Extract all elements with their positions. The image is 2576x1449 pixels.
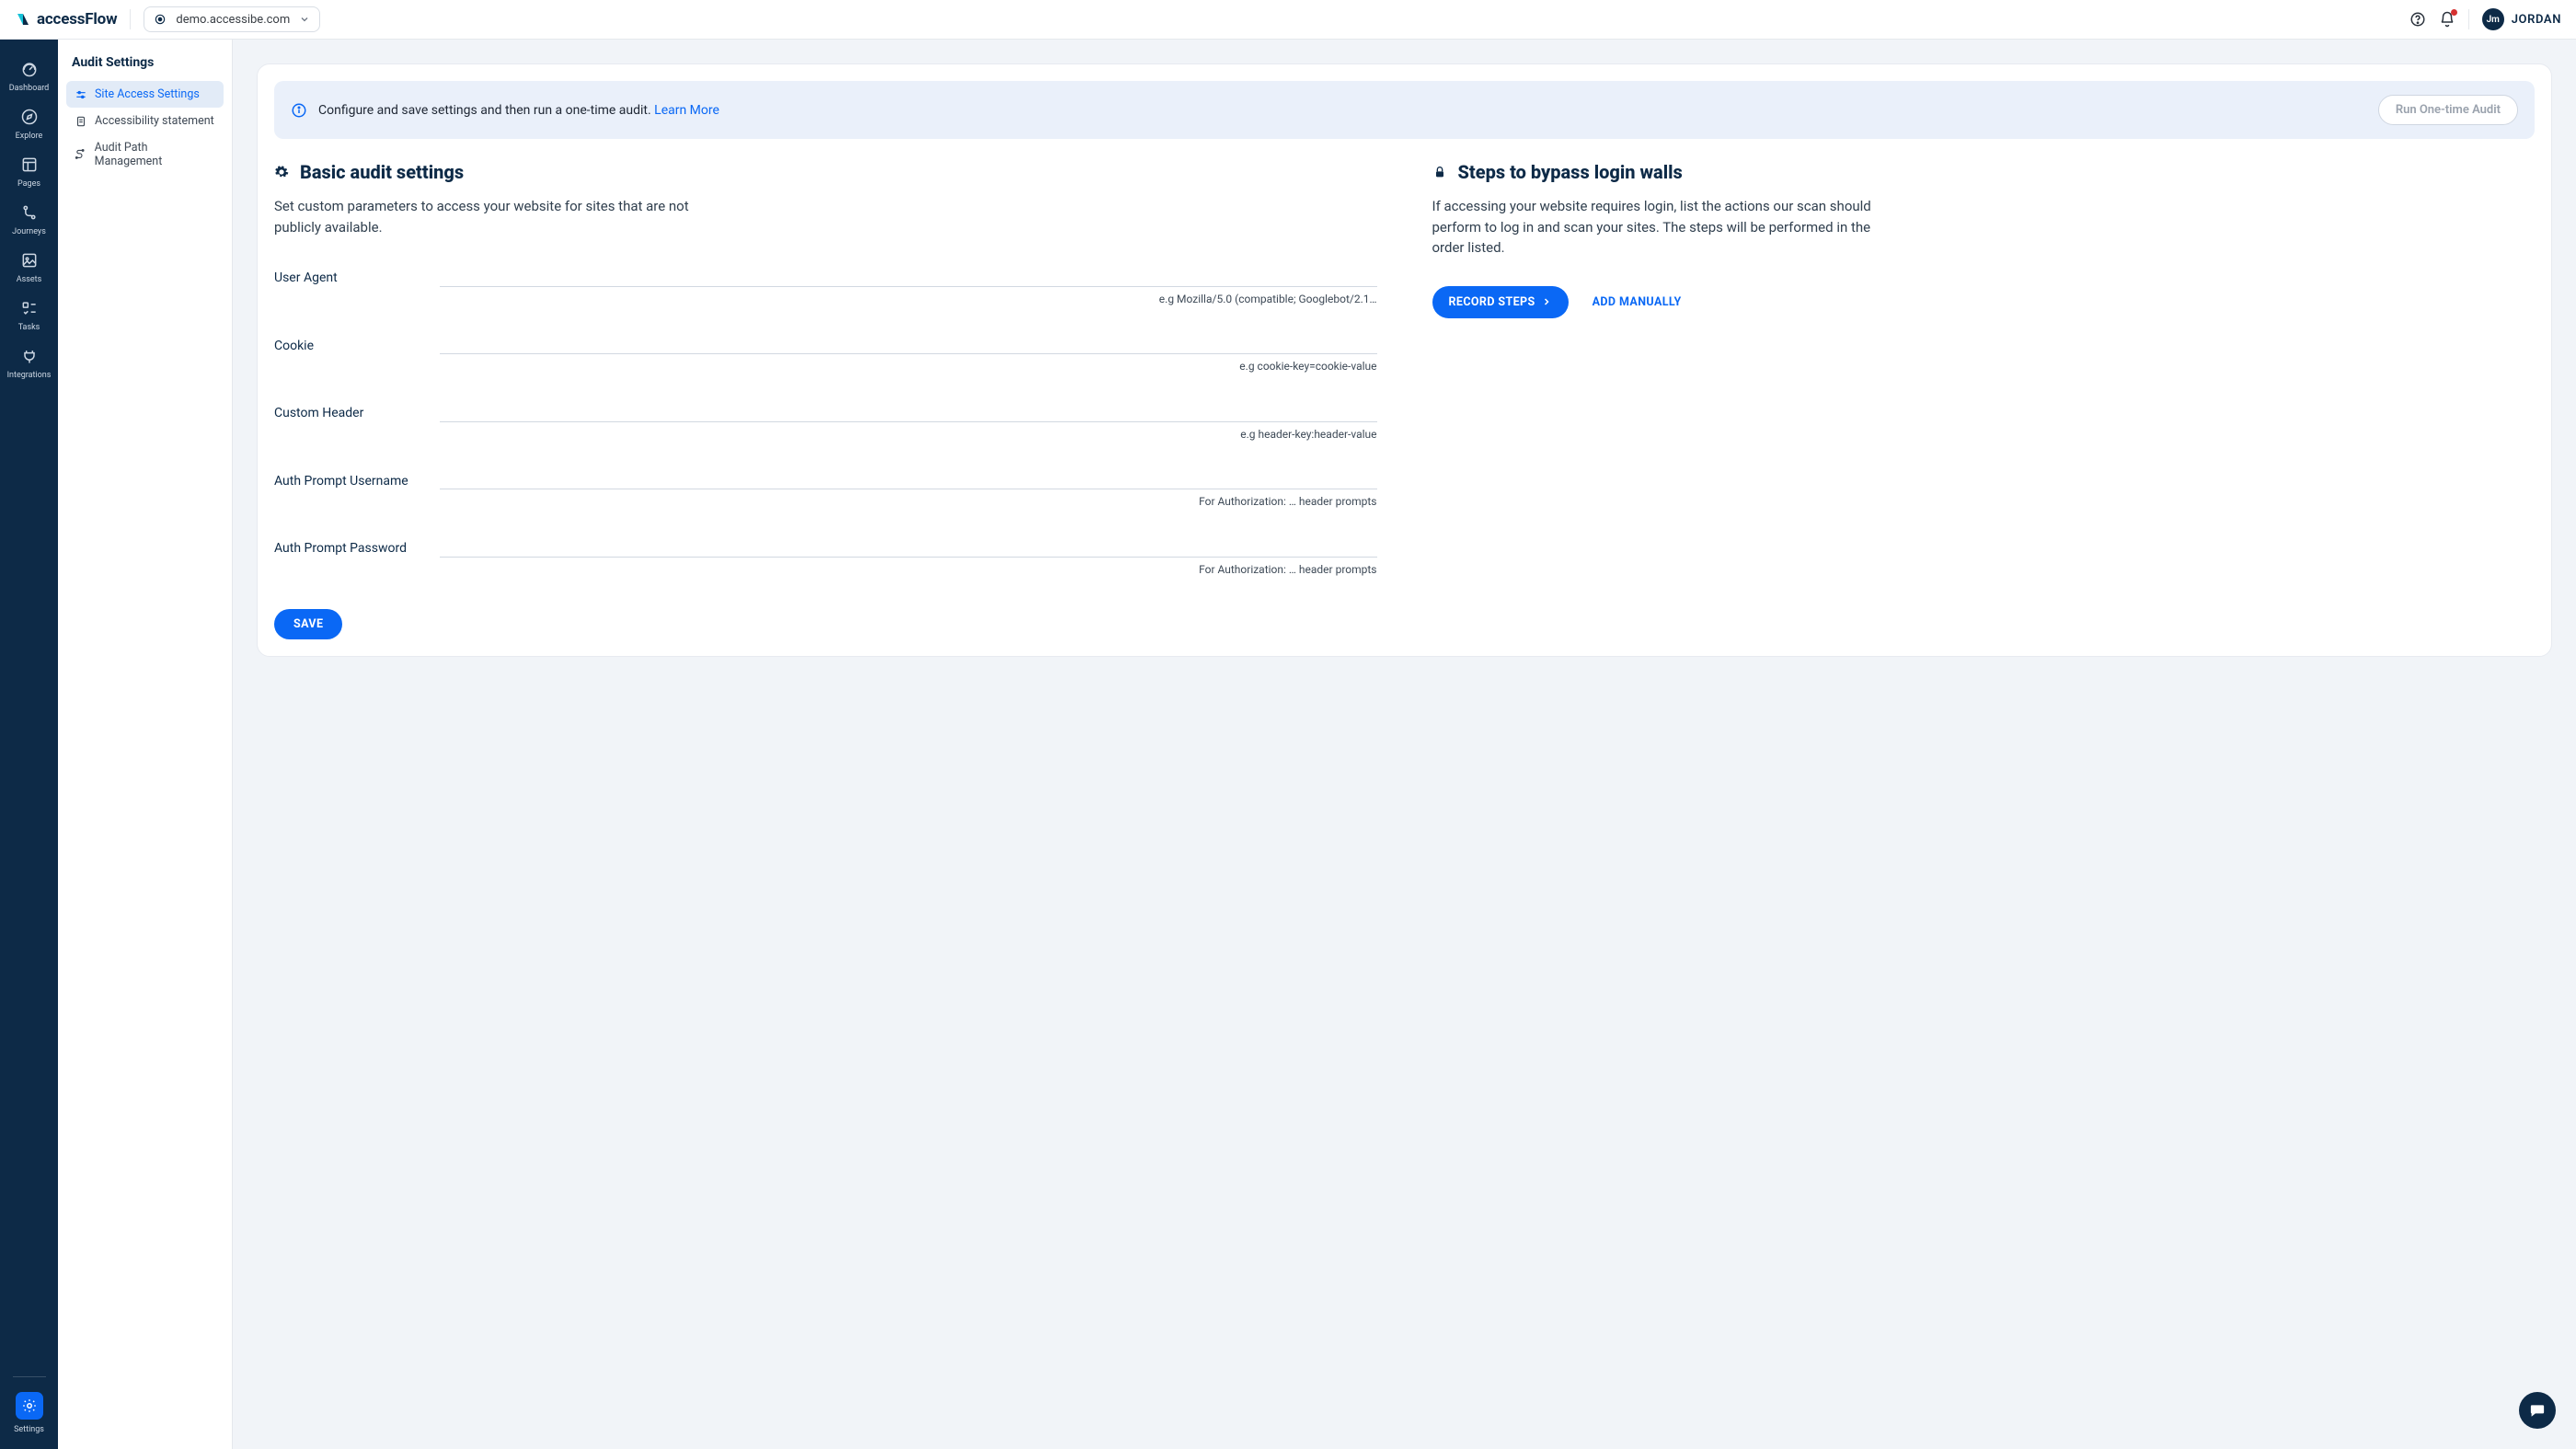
chat-fab[interactable] [2519, 1392, 2556, 1429]
custom-header-input[interactable] [440, 408, 1377, 422]
add-manually-button[interactable]: ADD MANUALLY [1593, 295, 1682, 309]
sidebar-item-audit-path[interactable]: Audit Path Management [66, 134, 224, 175]
rail-item-integrations[interactable]: Integrations [0, 339, 58, 387]
gear-icon [21, 1397, 38, 1414]
basic-settings-column: Basic audit settings Set custom paramete… [274, 161, 1377, 639]
sliders-icon [75, 88, 87, 101]
notification-dot [2451, 9, 2457, 16]
user-agent-input[interactable] [440, 272, 1377, 287]
divider [13, 1376, 46, 1377]
settings-card: Configure and save settings and then run… [257, 63, 2552, 657]
learn-more-link[interactable]: Learn More [654, 103, 719, 118]
banner-text: Configure and save settings and then run… [318, 103, 719, 118]
run-audit-button[interactable]: Run One-time Audit [2378, 95, 2518, 125]
save-button[interactable]: SAVE [274, 609, 342, 639]
logo-mark-icon [15, 11, 31, 28]
field-custom-header: Custom Header e.g header-key:header-valu… [274, 404, 1377, 441]
main-content: Configure and save settings and then run… [233, 40, 2576, 1449]
rail-item-assets[interactable]: Assets [0, 244, 58, 292]
basic-settings-desc: Set custom parameters to access your web… [274, 196, 697, 237]
divider [130, 9, 131, 29]
divider [2468, 9, 2469, 29]
rail-item-dashboard[interactable]: Dashboard [0, 52, 58, 100]
field-user-agent: User Agent e.g Mozilla/5.0 (compatible; … [274, 269, 1377, 305]
app-name: accessFlow [37, 10, 117, 29]
steps-column: Steps to bypass login walls If accessing… [1432, 161, 2536, 639]
field-hint: e.g cookie-key=cookie-value [440, 360, 1377, 373]
top-bar: accessFlow demo.accessibe.com Jm JORDAN [0, 0, 2576, 40]
field-cookie: Cookie e.g cookie-key=cookie-value [274, 337, 1377, 374]
gear-icon [274, 165, 289, 179]
path-icon [75, 148, 87, 161]
rail-item-journeys[interactable]: Journeys [0, 196, 58, 244]
user-name: JORDAN [2512, 13, 2561, 27]
field-hint: For Authorization: … header prompts [440, 495, 1377, 508]
tasks-icon [20, 299, 39, 317]
rail-item-explore[interactable]: Explore [0, 100, 58, 148]
help-icon [2409, 11, 2426, 28]
info-banner: Configure and save settings and then run… [274, 81, 2535, 139]
chevron-down-icon [299, 14, 310, 25]
record-steps-button[interactable]: RECORD STEPS [1432, 286, 1569, 318]
nav-rail: Dashboard Explore Pages Journeys Assets … [0, 40, 58, 1449]
avatar: Jm [2482, 8, 2504, 30]
steps-desc: If accessing your website requires login… [1432, 196, 1892, 259]
site-domain: demo.accessibe.com [176, 13, 290, 27]
sidebar-item-site-access[interactable]: Site Access Settings [66, 81, 224, 108]
help-button[interactable] [2409, 11, 2426, 28]
chat-icon [2529, 1402, 2546, 1419]
field-hint: e.g header-key:header-value [440, 428, 1377, 441]
chevron-right-icon [1541, 296, 1552, 307]
layout-icon [20, 155, 39, 174]
site-selector[interactable]: demo.accessibe.com [144, 6, 320, 32]
field-auth-password: Auth Prompt Password For Authorization: … [274, 539, 1377, 576]
basic-settings-title: Basic audit settings [274, 161, 1377, 183]
dashboard-icon [20, 60, 39, 78]
compass-icon [20, 108, 39, 126]
rail-item-tasks[interactable]: Tasks [0, 292, 58, 339]
info-icon [291, 102, 307, 119]
auth-username-input[interactable] [440, 475, 1377, 489]
field-hint: For Authorization: … header prompts [440, 563, 1377, 576]
settings-sidebar: Audit Settings Site Access Settings Acce… [58, 40, 233, 1449]
user-menu[interactable]: Jm JORDAN [2482, 8, 2561, 30]
lock-icon [1432, 165, 1447, 179]
plug-icon [20, 347, 39, 365]
target-icon [154, 13, 167, 26]
notifications-button[interactable] [2439, 11, 2455, 28]
document-icon [75, 115, 87, 128]
sidebar-item-accessibility-statement[interactable]: Accessibility statement [66, 108, 224, 134]
rail-item-settings[interactable]: Settings [0, 1385, 58, 1442]
cookie-input[interactable] [440, 339, 1377, 354]
auth-password-input[interactable] [440, 543, 1377, 558]
app-logo[interactable]: accessFlow [15, 10, 117, 29]
image-icon [20, 251, 39, 270]
field-auth-username: Auth Prompt Username For Authorization: … [274, 472, 1377, 509]
route-icon [20, 203, 39, 222]
sidebar-title: Audit Settings [66, 52, 224, 81]
steps-title: Steps to bypass login walls [1432, 161, 2536, 183]
rail-item-pages[interactable]: Pages [0, 148, 58, 196]
field-hint: e.g Mozilla/5.0 (compatible; Googlebot/2… [440, 293, 1377, 305]
